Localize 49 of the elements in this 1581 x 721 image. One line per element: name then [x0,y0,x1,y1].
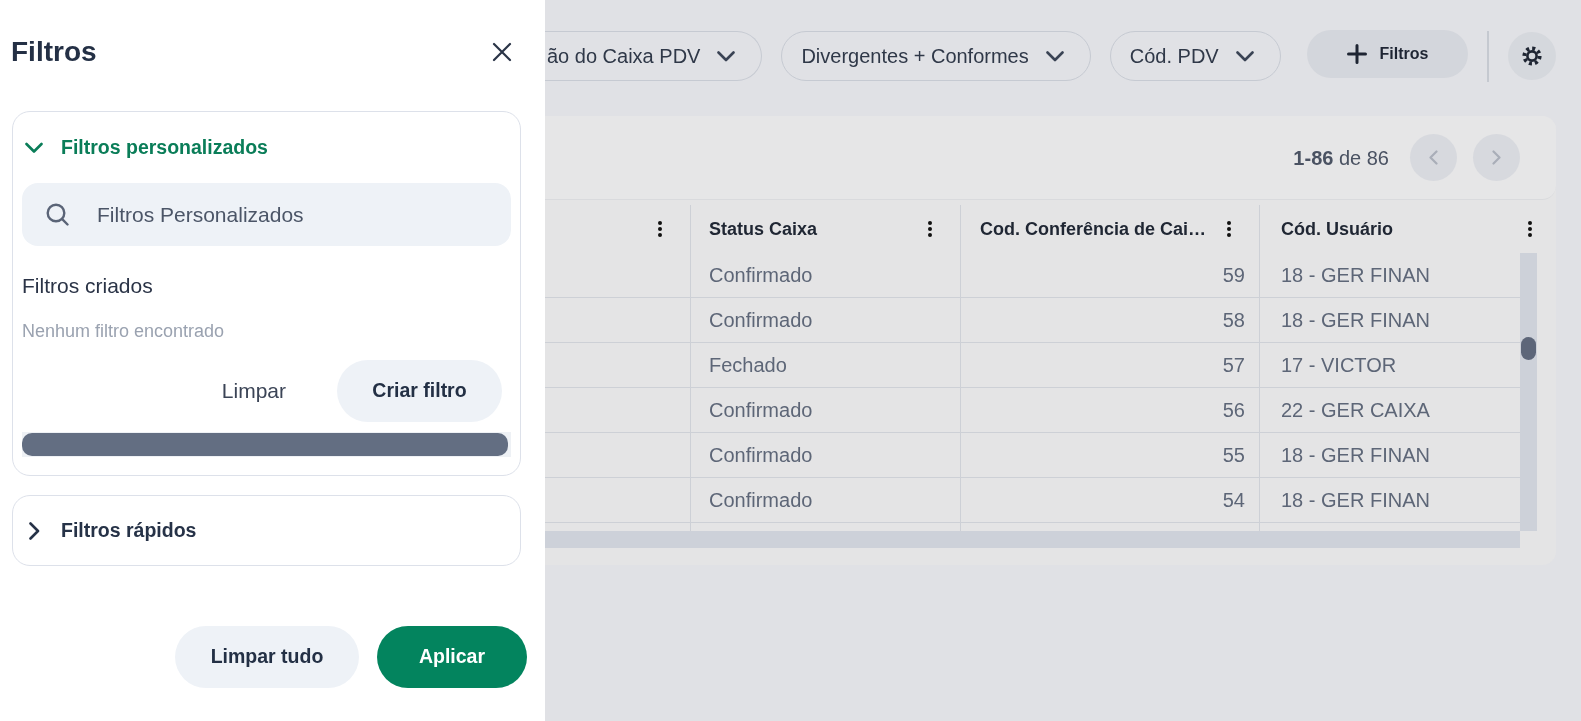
secondary-button[interactable]: Criar filtro [337,360,502,422]
kebab-menu-icon[interactable] [1528,221,1532,237]
plus-icon [1346,44,1367,64]
section-subtitle: Filtros criados [22,273,154,299]
column-header[interactable]: Cod. Conferência de Cai… [980,215,1207,243]
section-toggle[interactable]: Filtros personalizados [13,112,520,183]
table-cell: Confirmado [691,433,961,477]
close-icon[interactable] [492,42,512,62]
table-cell: 59 [961,253,1260,297]
kebab-menu-icon[interactable] [1227,221,1231,237]
table-cell-text: 18 - GER FINAN [1280,263,1431,288]
table-cell: 55 [961,433,1260,477]
table-cell: Confirmado [691,298,961,342]
scrollbar-thumb[interactable] [1521,337,1536,360]
chevron-left-icon [1429,150,1438,165]
column-header[interactable]: Cód. Usuário [1281,215,1393,243]
settings-icon [1522,46,1542,66]
kebab-menu-icon[interactable] [928,221,932,237]
table-cell: 54 [961,478,1260,522]
table-cell: Confirmado [691,388,961,432]
table-cell: Confirmado [691,253,961,297]
settings-button[interactable] [1508,32,1556,80]
column-header[interactable]: Status Caixa [709,215,818,243]
table-cell: 57 [961,343,1260,387]
chevron-down-icon [1045,50,1064,62]
chevron-down-icon [717,50,736,62]
add-filter-button[interactable]: Filtros [1307,30,1468,78]
primary-button[interactable]: Aplicar [377,626,527,688]
section-toggle[interactable]: Filtros rápidos [13,496,520,565]
table-cell: 56 [961,388,1260,432]
filter-dropdown[interactable]: Divergentes + Conformes [781,31,1091,81]
kebab-menu-icon[interactable] [658,221,662,237]
table-cell: Fechado [691,343,961,387]
table-cell-text: 18 - GER FINAN [1280,308,1431,333]
table-cell: 58 [961,298,1260,342]
search-icon [46,203,69,226]
text-button[interactable]: Limpar [203,360,304,422]
drawer-title: Filtros [11,36,97,68]
secondary-button[interactable]: Limpar tudo [175,626,359,688]
table-cell: Confirmado [691,478,961,522]
search-field[interactable]: Filtros Personalizados [22,183,511,246]
table-cell-text: 18 - GER FINAN [1280,443,1431,468]
chevron-down-icon [1235,50,1254,62]
table-cell-text: 22 - GER CAIXA [1280,398,1431,423]
pagination-text: 1-86 de 86 [1293,145,1389,171]
chevron-right-icon [1492,150,1501,165]
table-cell-text: 18 - GER FINAN [1280,488,1431,513]
empty-message: Nenhum filtro encontrado [22,320,226,342]
table-cell-text: 17 - VICTOR [1280,353,1398,378]
